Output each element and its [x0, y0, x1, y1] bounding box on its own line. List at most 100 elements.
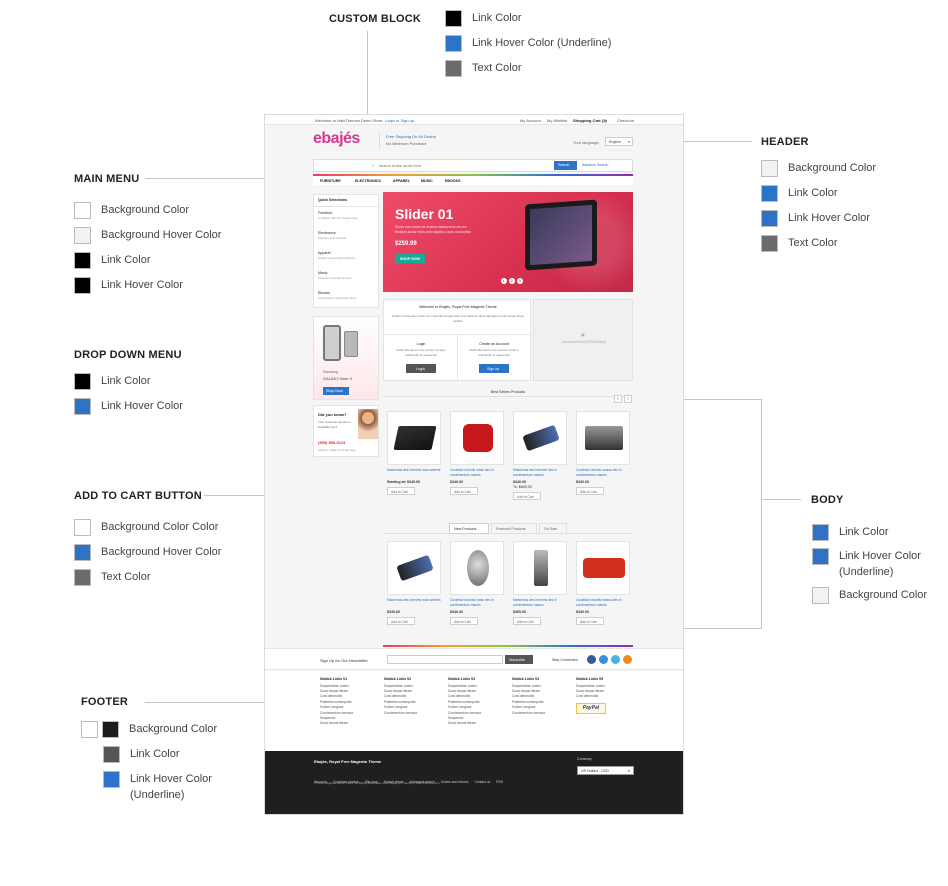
- menu-item-apparel[interactable]: APPAREL: [393, 179, 410, 184]
- sign-up-button[interactable]: Sign up: [479, 364, 509, 373]
- menu-swatch-3: Link Hover Color: [74, 277, 183, 294]
- side-ad-samsung[interactable]: Samsung GALAXY Note II Shop Now: [313, 316, 379, 400]
- add-to-cart-button[interactable]: Add to Cart: [513, 492, 541, 500]
- product-card[interactable]: Maecenas des lorenms mas scelerts Starti…: [385, 411, 443, 501]
- product-card[interactable]: Curabitur lobortis mass des in condiment…: [448, 411, 506, 501]
- swatch-link-color: [74, 373, 91, 390]
- slider-dot-3[interactable]: 3: [517, 278, 523, 284]
- product-name-link[interactable]: Curabitur lobortis massa des in condimen…: [576, 468, 630, 477]
- product-card[interactable]: Curabitur lobortis massa des in condimen…: [574, 411, 632, 501]
- product-image[interactable]: [513, 541, 567, 595]
- add-to-cart-button[interactable]: Add to Cart: [513, 617, 541, 625]
- add-to-cart-button[interactable]: Add to Cart: [450, 487, 478, 495]
- product-name-link[interactable]: Maecenas des lorenms mas scelerts: [387, 598, 441, 603]
- twitter-icon[interactable]: [611, 655, 620, 664]
- chevron-down-icon: ▾: [628, 769, 630, 773]
- newsletter-bar: Sign Up for Our Newsletter Subscribe Sta…: [265, 648, 683, 670]
- add-to-cart-button[interactable]: Add to Cart: [387, 487, 415, 495]
- static-links-title: Statick Links 04: [512, 677, 540, 681]
- next-arrow-button[interactable]: ›: [624, 395, 632, 403]
- support-agent-image: [358, 409, 378, 439]
- quick-item-music[interactable]: Music Praesent suscipit semper: [318, 271, 352, 280]
- dropdown-swatch-1: Link Hover Color: [74, 398, 183, 415]
- menu-item-music[interactable]: MUSIC: [421, 179, 433, 184]
- prev-arrow-button[interactable]: ‹: [614, 395, 622, 403]
- hero-slider[interactable]: Slider 01 Donec non mauris mi vivamus la…: [383, 192, 633, 292]
- add-to-cart-button[interactable]: Add to Cart: [387, 617, 415, 625]
- footer-swatch-1: Link Hover Color (Underline): [103, 771, 212, 803]
- login-button[interactable]: Login: [406, 364, 436, 373]
- product-name-link[interactable]: Maecenas des lorenms mas scelerts: [387, 468, 441, 473]
- slider-dot-2[interactable]: 2: [509, 278, 515, 284]
- search-input[interactable]: [379, 161, 549, 170]
- static-link[interactable]: Dooic deaus libram: [320, 721, 380, 726]
- product-name-link[interactable]: Curabitur lobortis mass des in condiment…: [450, 598, 504, 607]
- add-to-cart-button[interactable]: Add to Cart: [576, 487, 604, 495]
- product-card[interactable]: Maecenas des lorenms des in condimentum …: [511, 541, 569, 631]
- advance-search-link[interactable]: Advance Search: [582, 163, 608, 168]
- my-wishlist-link[interactable]: My Wishlist: [547, 118, 567, 123]
- product-image[interactable]: [576, 541, 630, 595]
- static-link[interactable]: Cras denenatis: [576, 694, 636, 699]
- product-image[interactable]: [387, 541, 441, 595]
- advertisement-text: Advertisement (300x250px): [562, 340, 606, 344]
- search-button[interactable]: Search: [554, 161, 577, 170]
- slider-dot-1[interactable]: 1: [501, 278, 507, 284]
- quick-item-apparel[interactable]: Apparel Nullam consectetur dapibus: [318, 251, 355, 260]
- product-image[interactable]: [387, 411, 441, 465]
- product-name-link[interactable]: Curabitur lobortis mass des in condiment…: [450, 468, 504, 477]
- body-swatch-1: Link Hover Color (Underline): [812, 548, 921, 580]
- custom-swatch-1: Link Hover Color (Underline): [445, 35, 611, 52]
- menu-item-electronics[interactable]: ELECTRONICS: [355, 179, 381, 184]
- body-swatch-2: Background Color: [812, 587, 927, 604]
- static-link[interactable]: Condimentum emmica: [384, 711, 444, 716]
- facebook-icon[interactable]: [587, 655, 596, 664]
- product-name-link[interactable]: Maecenas des lorenms des in condimentum …: [513, 598, 567, 607]
- stay-connected-label: Stay Connected: [552, 658, 578, 662]
- chevron-right-icon: ›: [627, 396, 629, 402]
- product-card[interactable]: Maecenas des lorenms des in condimentum …: [511, 411, 569, 501]
- slider-text: Donec non mauris mi vivamus lacinia enim…: [395, 225, 472, 234]
- footer-link[interactable]: Orders and returns: [441, 780, 469, 784]
- footer-link[interactable]: RSS: [496, 780, 503, 784]
- static-link[interactable]: Dooic deaus libram: [448, 721, 508, 726]
- product-name-link[interactable]: Curabitur lobortis massa des in condimen…: [576, 598, 630, 607]
- language-select[interactable]: English ▾: [605, 137, 633, 146]
- checkout-link[interactable]: Checkout: [617, 118, 634, 123]
- login-link[interactable]: Login or Sign up: [385, 118, 414, 123]
- tab-new-products[interactable]: New Products: [449, 523, 489, 534]
- add-to-cart-button[interactable]: Add to Cart: [450, 617, 478, 625]
- logo[interactable]: ebajés: [313, 130, 373, 148]
- product-image[interactable]: [450, 541, 504, 595]
- product-name-link[interactable]: Maecenas des lorenms des in condimentum …: [513, 468, 567, 477]
- shopping-cart-link[interactable]: Shopping Cart (2): [573, 118, 607, 123]
- slider-shop-now-button[interactable]: SHOP NOW: [395, 254, 425, 263]
- quick-item-ebooks[interactable]: Ebooks Consectetur adipiscing elitna: [318, 291, 356, 300]
- tab-on-sale[interactable]: On Sale: [539, 523, 567, 534]
- swatch-background-color: [761, 160, 778, 177]
- quick-item-furniture[interactable]: Furniture Curabitur lobortis massa vitae: [318, 211, 358, 220]
- newsletter-email-input[interactable]: [387, 655, 503, 664]
- tab-featured-products[interactable]: Featured Products: [491, 523, 537, 534]
- menu-item-ebooks[interactable]: EBOOKS: [445, 179, 461, 184]
- product-price-to: To: $600.00: [513, 485, 532, 489]
- my-account-link[interactable]: My Account: [520, 118, 541, 123]
- add-to-cart-button[interactable]: Add to Cart: [576, 617, 604, 625]
- product-image[interactable]: [576, 411, 630, 465]
- menu-item-furniture[interactable]: FURNITURE: [320, 179, 341, 184]
- product-card[interactable]: Curabitur lobortis mass des in condiment…: [448, 541, 506, 631]
- linkedin-icon[interactable]: [599, 655, 608, 664]
- product-card[interactable]: Maecenas des lorenms mas scelerts $340.0…: [385, 541, 443, 631]
- product-image[interactable]: [513, 411, 567, 465]
- product-card[interactable]: Curabitur lobortis massa des in condimen…: [574, 541, 632, 631]
- shop-now-button[interactable]: Shop Now: [323, 387, 349, 395]
- currency-select[interactable]: US Dollars - USD ▾: [577, 766, 634, 775]
- static-link[interactable]: Condimentum emmica: [512, 711, 572, 716]
- subscribe-button[interactable]: Subscribe: [505, 655, 533, 664]
- footer-link[interactable]: Contact us: [474, 780, 490, 784]
- rss-icon[interactable]: [623, 655, 632, 664]
- swatch-link-color: [74, 252, 91, 269]
- quick-item-electronics[interactable]: Electronics Aliquam erat volutpat: [318, 231, 346, 240]
- static-links-column: Statick Links 01 Suspendisse nodes Dooic d…: [320, 677, 380, 727]
- product-image[interactable]: [450, 411, 504, 465]
